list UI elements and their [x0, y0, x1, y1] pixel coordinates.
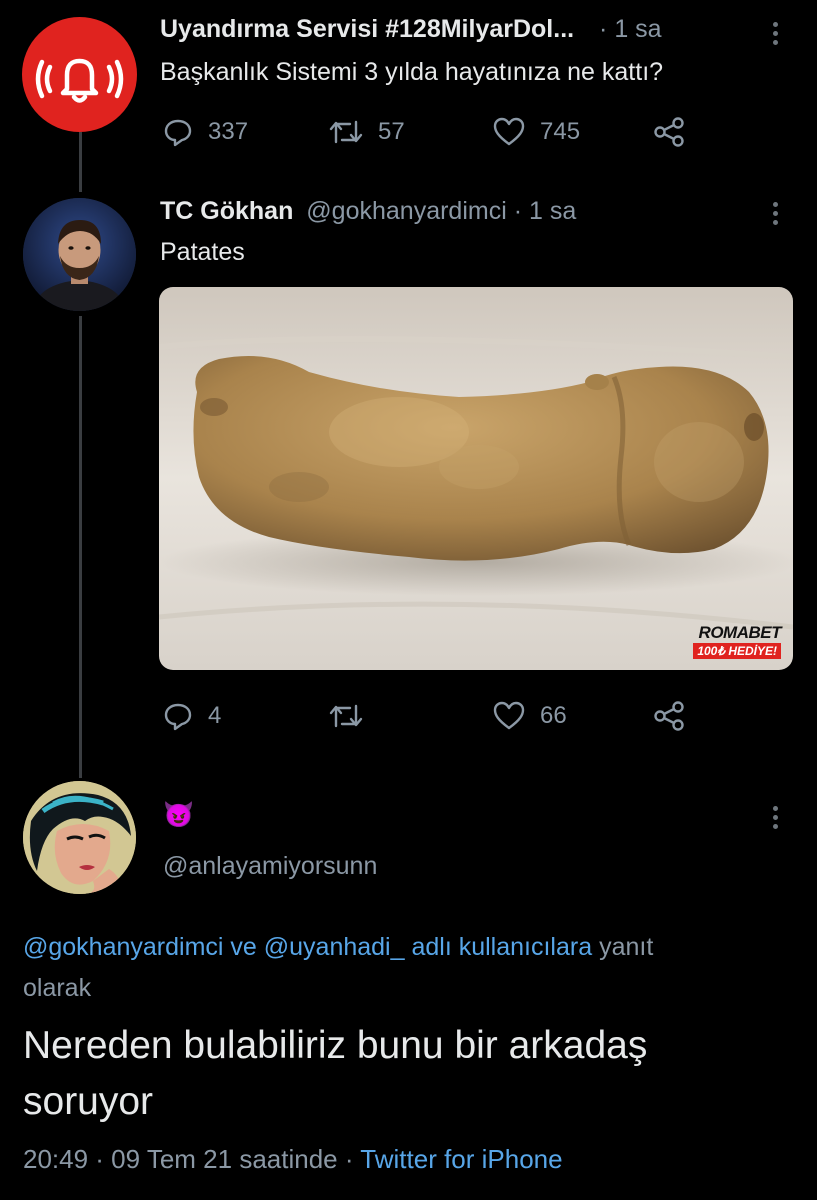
reply-to-suffix: yanıt	[599, 933, 654, 961]
share-icon	[654, 701, 684, 731]
retweet-button[interactable]	[328, 700, 378, 732]
man-portrait-image	[23, 198, 136, 311]
tweet-media-image[interactable]: ROMABET 100₺ HEDİYE!	[159, 287, 793, 670]
heart-icon	[493, 117, 525, 146]
tweet-source-link[interactable]: Twitter for iPhone	[360, 1144, 562, 1174]
share-button[interactable]	[652, 116, 686, 148]
reply-icon	[164, 703, 192, 731]
reply-button[interactable]: 337	[162, 116, 248, 148]
share-button[interactable]	[652, 700, 686, 732]
tweet-text-line-1: Nereden bulabiliriz bunu bir arkadaş	[23, 1024, 648, 1067]
avatar-uyandirma[interactable]	[22, 17, 137, 132]
display-name[interactable]: TC Gökhan	[160, 197, 293, 225]
tweet-metadata: 20:49 · 09 Tem 21 saatinde · Twitter for…	[23, 1144, 563, 1175]
like-count: 745	[540, 118, 581, 145]
like-button[interactable]: 66	[492, 700, 567, 732]
display-name[interactable]: Uyandırma Servisi #128MilyarDol...	[160, 15, 574, 43]
more-options-icon[interactable]	[773, 202, 779, 229]
like-count: 66	[540, 702, 567, 729]
tweet-text: Nereden bulabiliriz bunu bir arkadaş sor…	[23, 1018, 647, 1130]
comic-woman-portrait-image	[23, 781, 136, 894]
display-name-emoji[interactable]: 😈	[163, 800, 194, 830]
retweet-count: 57	[378, 118, 405, 145]
more-options-icon[interactable]	[773, 806, 779, 833]
retweet-icon	[329, 120, 363, 144]
retweet-button[interactable]: 57	[328, 116, 405, 148]
avatar-anlayamiyorsunn[interactable]	[23, 781, 136, 894]
handle[interactable]: @anlayamiyorsunn	[163, 852, 377, 881]
romabet-watermark: ROMABET 100₺ HEDİYE!	[693, 624, 781, 660]
tweet-header: TC Gökhan @gokhanyardimci · 1 sa	[160, 197, 576, 226]
reply-icon	[164, 119, 192, 147]
bell-alarm-icon	[35, 58, 124, 103]
thread-line	[79, 132, 82, 192]
watermark-tag: 100₺ HEDİYE!	[693, 643, 781, 659]
reply-count: 4	[208, 702, 222, 729]
thread-line	[79, 316, 82, 778]
reply-count: 337	[208, 118, 249, 145]
tweet-header: Uyandırma Servisi #128MilyarDol... · 1 s…	[160, 15, 662, 44]
tweet-time[interactable]: · 1 sa	[514, 197, 577, 225]
tweet-time[interactable]: · 1 sa	[599, 15, 662, 43]
watermark-brand: ROMABET	[698, 623, 782, 642]
reply-to-users-link[interactable]: @gokhanyardimci ve @uyanhadi_ adlı kulla…	[23, 933, 592, 961]
tweet-timestamp[interactable]: 20:49 · 09 Tem 21 saatinde ·	[23, 1144, 354, 1174]
tweet-text: Patates	[160, 238, 245, 266]
avatar-gokhan[interactable]	[23, 198, 136, 311]
more-options-icon[interactable]	[773, 22, 779, 49]
handle[interactable]: @gokhanyardimci	[306, 197, 506, 225]
potato-photo	[159, 287, 793, 670]
tweet-text: Başkanlık Sistemi 3 yılda hayatınıza ne …	[160, 58, 664, 86]
share-icon	[654, 117, 684, 147]
tweet-text-line-2: soruyor	[23, 1080, 154, 1123]
reply-context: @gokhanyardimci ve @uyanhadi_ adlı kulla…	[23, 927, 803, 1009]
retweet-icon	[329, 704, 363, 728]
reply-to-suffix-2: olarak	[23, 974, 92, 1002]
reply-button[interactable]: 4	[162, 700, 221, 732]
heart-icon	[493, 701, 525, 730]
like-button[interactable]: 745	[492, 116, 580, 148]
